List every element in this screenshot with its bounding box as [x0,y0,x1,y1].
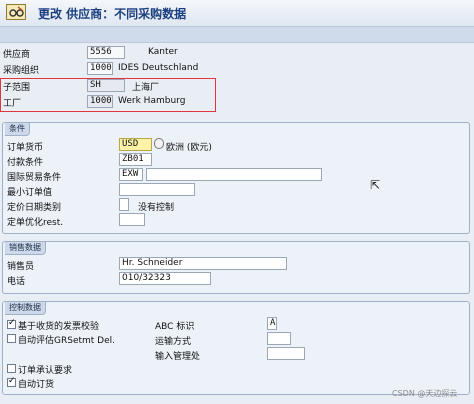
vendor-subrange-label: 子范围 [3,83,31,93]
pricing-date-category-field[interactable] [119,198,129,211]
order-optimization-field[interactable] [119,213,145,226]
title-bar: 更改 供应商：不同采购数据 [0,0,474,27]
min-order-value-field[interactable] [119,183,195,196]
vendor-subrange-description: 上海厂 [132,83,160,93]
sales-data-section-title: 销售数据 [5,242,46,255]
min-order-value-label: 最小订单值 [7,188,53,198]
mode-of-transport-field[interactable] [267,332,291,345]
payment-terms-field[interactable]: ZB01 [119,153,152,166]
abc-indicator-field[interactable]: A [267,317,277,330]
mouse-cursor-icon: ⇱ [370,178,381,192]
automatic-po-label: 自动订货 [18,380,55,390]
glasses-display-change-icon[interactable] [6,4,26,20]
conditions-section-title: 条件 [5,123,30,136]
salesperson-label: 销售员 [7,262,35,272]
office-of-entry-label: 输入管理处 [155,352,201,362]
mode-of-transport-label: 运输方式 [155,337,192,347]
salesperson-field[interactable]: Hr. Schneider [119,257,287,270]
gr-based-invoice-verification-label: 基于收货的发票校验 [18,322,100,332]
incoterms-field[interactable]: EXW [119,168,143,181]
plant-field[interactable]: 1000 [87,95,113,108]
control-data-section-title: 控制数据 [5,302,46,315]
order-acknowledgment-checkbox[interactable] [7,364,16,373]
watermark: CSDN @天边探云 [392,389,458,398]
telephone-field[interactable]: 010/32323 [119,272,211,285]
gr-based-invoice-verification-checkbox[interactable] [7,318,16,329]
office-of-entry-field[interactable] [267,347,305,360]
order-currency-description: 欧洲 (欧元) [166,143,212,153]
pricing-date-category-description: 没有控制 [138,203,175,213]
pricing-date-category-label: 定价日期类别 [7,203,62,213]
control-data-section: 控制数据 [2,301,470,395]
purchasing-org-description: IDES Deutschland [118,63,199,73]
order-currency-field[interactable]: USD [119,138,152,151]
purchasing-org-label: 采购组织 [3,66,40,76]
telephone-label: 电话 [7,277,26,287]
order-acknowledgment-label: 订单承认要求 [18,366,73,376]
automatic-po-checkbox[interactable] [7,376,16,387]
auto-evaluation-checkbox[interactable] [7,334,16,343]
vendor-label: 供应商 [3,50,31,60]
abc-indicator-label: ABC 标识 [155,322,195,332]
vendor-description: Kanter [148,47,178,57]
order-currency-label: 订单货币 [7,143,44,153]
order-optimization-label: 定单优化rest. [7,218,64,228]
page-title: 更改 供应商：不同采购数据 [38,7,187,21]
auto-evaluation-label: 自动评估GRSetmt Del. [18,336,115,346]
purchasing-org-field[interactable]: 1000 [87,62,113,75]
toolbar-band [0,27,474,43]
plant-label: 工厂 [3,99,22,109]
incoterms-location-field[interactable] [146,168,322,181]
currency-search-help-icon[interactable] [154,138,164,149]
vendor-field[interactable]: 5556 [87,46,125,59]
payment-terms-label: 付款条件 [7,158,44,168]
vendor-subrange-field[interactable]: SH [87,79,125,92]
incoterms-label: 国际贸易条件 [7,173,62,183]
plant-description: Werk Hamburg [118,96,186,106]
